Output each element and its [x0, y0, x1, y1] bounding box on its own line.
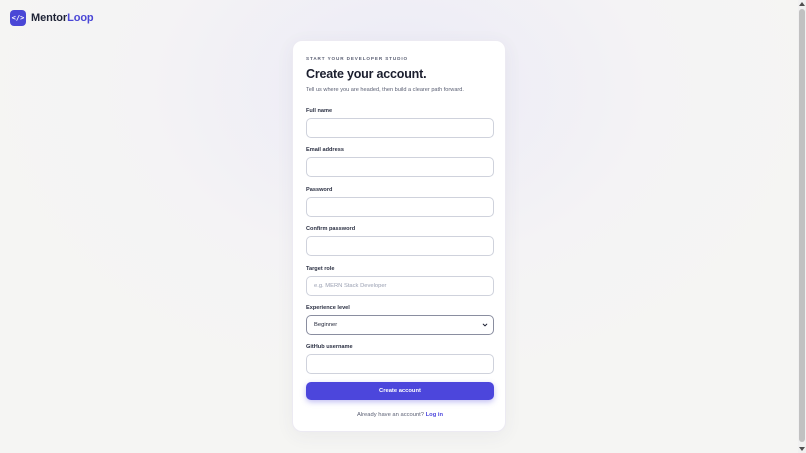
brand-name-accent: Loop: [67, 12, 94, 24]
experience-level-select[interactable]: Beginner: [306, 315, 494, 335]
confirm-password-input[interactable]: [306, 236, 494, 256]
github-input[interactable]: [306, 354, 494, 374]
password-input[interactable]: [306, 197, 494, 217]
scroll-down-arrow-icon[interactable]: [799, 447, 805, 451]
create-account-button[interactable]: Create account: [306, 382, 494, 400]
brand-name: MentorLoop: [31, 12, 94, 24]
target-role-group: Target role: [306, 266, 494, 296]
email-input[interactable]: [306, 157, 494, 177]
target-role-label: Target role: [306, 266, 335, 272]
vertical-scrollbar[interactable]: [798, 0, 806, 453]
github-label: GitHub username: [306, 344, 353, 350]
scroll-up-arrow-icon[interactable]: [799, 2, 805, 6]
full-name-label: Full name: [306, 108, 333, 114]
code-brackets-icon: </>: [10, 10, 26, 26]
full-name-group: Full name: [306, 108, 494, 138]
login-prompt: Already have an account? Log in: [293, 412, 507, 418]
experience-level-value: Beginner: [314, 322, 338, 328]
experience-level-group: Experience level Beginner: [306, 305, 494, 335]
page-title: Create your account.: [306, 67, 427, 81]
chevron-down-icon: [482, 323, 488, 327]
email-group: Email address: [306, 147, 494, 177]
brand-name-primary: Mentor: [31, 12, 68, 24]
password-label: Password: [306, 187, 333, 193]
target-role-input[interactable]: [306, 276, 494, 296]
email-label: Email address: [306, 147, 344, 153]
page-subtitle: Tell us where you are headed, then build…: [306, 87, 464, 93]
brand-logo[interactable]: </> MentorLoop: [10, 10, 94, 26]
signup-card: START YOUR DEVELOPER STUDIO Create your …: [292, 40, 506, 432]
experience-level-label: Experience level: [306, 305, 350, 311]
login-link[interactable]: Log in: [426, 412, 443, 418]
github-group: GitHub username: [306, 344, 494, 374]
full-name-input[interactable]: [306, 118, 494, 138]
login-prompt-text: Already have an account?: [356, 412, 425, 418]
eyebrow-text: START YOUR DEVELOPER STUDIO: [306, 56, 408, 61]
scrollbar-thumb[interactable]: [799, 9, 805, 442]
confirm-password-group: Confirm password: [306, 226, 494, 256]
password-group: Password: [306, 187, 494, 217]
confirm-password-label: Confirm password: [306, 226, 356, 232]
